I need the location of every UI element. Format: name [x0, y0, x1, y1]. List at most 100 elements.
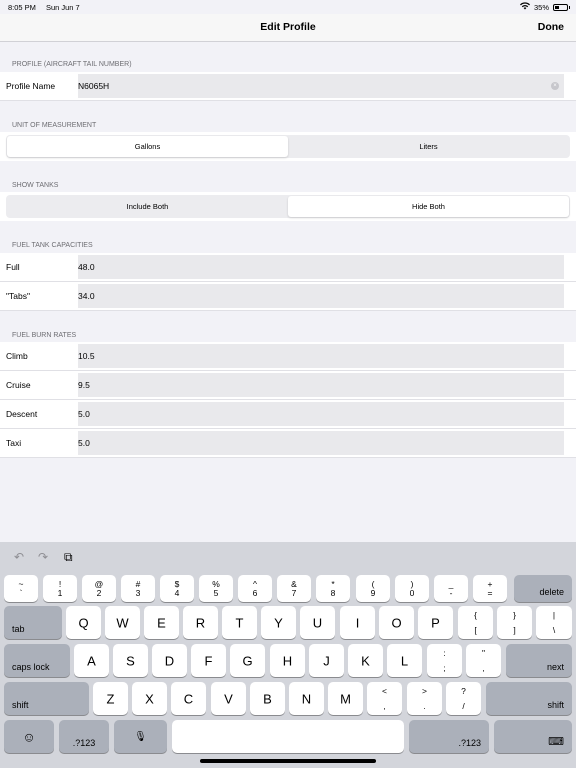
capacity-row-full: Full 48.0	[0, 253, 576, 282]
keyboard-toolbar: ↶ ↷ ⧉	[0, 542, 576, 572]
key-semicolon[interactable]: :;	[427, 644, 462, 677]
keyboard-dismiss-icon: ⌨	[548, 736, 564, 748]
undo-icon[interactable]: ↶	[14, 550, 24, 564]
burn-field[interactable]: 10.5	[78, 344, 564, 368]
key-minus[interactable]: _ -	[434, 575, 468, 602]
capacity-value: 34.0	[78, 291, 95, 301]
key-u[interactable]: U	[300, 606, 335, 639]
burn-field[interactable]: 5.0	[78, 431, 564, 455]
burn-row-taxi: Taxi 5.0	[0, 429, 576, 458]
key-x[interactable]: X	[132, 682, 167, 715]
hide-keyboard-key[interactable]: ⌨	[494, 720, 572, 753]
key-n[interactable]: N	[289, 682, 324, 715]
key-0[interactable]: ) 0	[395, 575, 429, 602]
burn-field[interactable]: 9.5	[78, 373, 564, 397]
battery-fill	[555, 5, 560, 9]
capacity-field[interactable]: 34.0	[78, 284, 564, 308]
burn-label: Descent	[6, 409, 38, 419]
key-t[interactable]: T	[222, 606, 257, 639]
key-4[interactable]: $4	[160, 575, 194, 602]
section-header-profile: PROFILE (AIRCRAFT TAIL NUMBER)	[12, 61, 132, 68]
key-backslash[interactable]: | \	[536, 606, 572, 639]
key-g[interactable]: G	[230, 644, 265, 677]
key-7[interactable]: & 7	[277, 575, 311, 602]
emoji-key[interactable]: ☺	[4, 720, 54, 753]
key-s[interactable]: S	[113, 644, 148, 677]
paste-icon[interactable]: ⧉	[64, 550, 73, 565]
section-header-tanks: SHOW TANKS	[12, 182, 59, 189]
key-o[interactable]: O	[379, 606, 414, 639]
caps-lock-key[interactable]: caps lock	[4, 644, 70, 677]
capacity-field[interactable]: 48.0	[78, 255, 564, 279]
key-9[interactable]: (9	[356, 575, 390, 602]
numbers-key-right[interactable]: .?123	[409, 720, 489, 753]
key-v[interactable]: V	[211, 682, 246, 715]
burn-label: Cruise	[6, 380, 31, 390]
key-5[interactable]: % 5	[199, 575, 233, 602]
key-period[interactable]: >.	[407, 682, 442, 715]
key-a[interactable]: A	[74, 644, 109, 677]
battery-icon	[553, 3, 570, 11]
wifi-icon	[519, 2, 530, 12]
key-d[interactable]: D	[152, 644, 187, 677]
key-i[interactable]: I	[340, 606, 375, 639]
key-2[interactable]: @2	[82, 575, 116, 602]
key-q[interactable]: Q	[66, 606, 101, 639]
tab-key[interactable]: tab	[4, 606, 62, 639]
key-e[interactable]: E	[144, 606, 179, 639]
profile-name-value: N6065H	[78, 81, 110, 91]
space-bar[interactable]	[172, 720, 404, 753]
key-quote[interactable]: ",	[466, 644, 501, 677]
key-k[interactable]: K	[348, 644, 383, 677]
key-comma[interactable]: <,	[367, 682, 402, 715]
key-6[interactable]: ^ 6	[238, 575, 272, 602]
burn-field[interactable]: 5.0	[78, 402, 564, 426]
done-button[interactable]: Done	[538, 21, 564, 33]
key-f[interactable]: F	[191, 644, 226, 677]
nav-bar: Edit Profile Done	[0, 14, 576, 42]
shift-left-key[interactable]: shift	[4, 682, 89, 715]
key-p[interactable]: P	[418, 606, 453, 639]
key-r[interactable]: R	[183, 606, 218, 639]
profile-name-field[interactable]: N6065H ×	[78, 74, 564, 98]
capacity-value: 48.0	[78, 262, 95, 272]
status-date: Sun Jun 7	[45, 2, 80, 12]
key-equals[interactable]: + =	[473, 575, 507, 602]
segment-liters[interactable]: Liters	[288, 136, 569, 157]
segment-hide-both[interactable]: Hide Both	[288, 196, 569, 217]
key-j[interactable]: J	[309, 644, 344, 677]
battery-text: 35%	[533, 2, 549, 12]
key-bracket-left[interactable]: {[	[458, 606, 493, 639]
home-indicator[interactable]	[200, 759, 376, 763]
capacity-label: "Tabs"	[6, 291, 30, 301]
key-w[interactable]: W	[105, 606, 140, 639]
key-l[interactable]: L	[387, 644, 422, 677]
delete-key[interactable]: delete	[514, 575, 572, 602]
units-segmented-control: Gallons Liters	[6, 135, 570, 158]
key-8[interactable]: * 8	[316, 575, 350, 602]
capacity-label: Full	[6, 262, 20, 272]
key-bracket-right[interactable]: }]	[497, 606, 532, 639]
key-z[interactable]: Z	[93, 682, 128, 715]
key-m[interactable]: M	[328, 682, 363, 715]
key-3[interactable]: #3	[121, 575, 155, 602]
burn-label: Taxi	[6, 438, 22, 448]
next-key[interactable]: next	[506, 644, 572, 677]
microphone-icon: 🎙	[134, 731, 147, 742]
redo-icon[interactable]: ↷	[38, 550, 48, 564]
key-tilde[interactable]: ~ `	[4, 575, 38, 602]
key-b[interactable]: B	[250, 682, 285, 715]
clear-icon[interactable]: ×	[551, 82, 559, 90]
section-header-capacities: FUEL TANK CAPACITIES	[12, 242, 93, 249]
shift-right-key[interactable]: shift	[486, 682, 572, 715]
key-1[interactable]: ! 1	[43, 575, 77, 602]
dictation-key[interactable]: 🎙	[114, 720, 167, 753]
key-c[interactable]: C	[171, 682, 206, 715]
numbers-key-left[interactable]: .?123	[59, 720, 109, 753]
segment-include-both[interactable]: Include Both	[7, 196, 288, 217]
key-slash[interactable]: ? /	[446, 682, 481, 715]
key-h[interactable]: H	[270, 644, 305, 677]
segment-gallons[interactable]: Gallons	[7, 136, 288, 157]
burn-row-cruise: Cruise 9.5	[0, 371, 576, 400]
key-y[interactable]: Y	[261, 606, 296, 639]
